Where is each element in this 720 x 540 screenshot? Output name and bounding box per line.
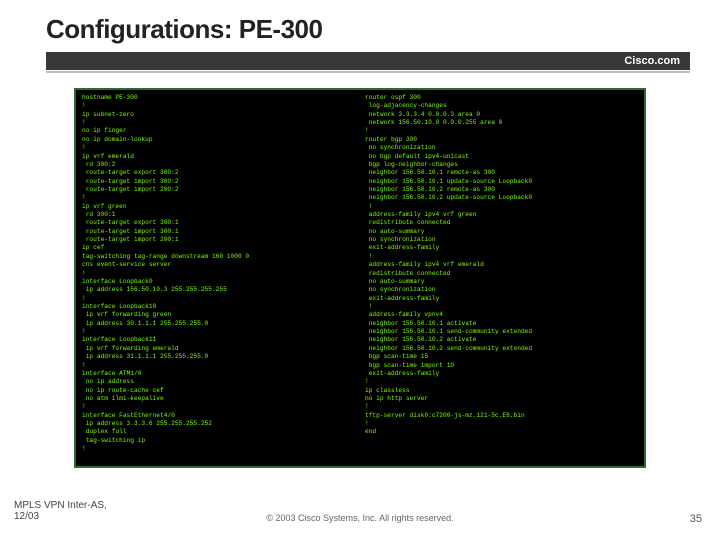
config-left-column: hostname PE-300 ! ip subnet-zero ! no ip… xyxy=(82,94,355,462)
page-number: 35 xyxy=(690,513,702,525)
footer-left-line1: MPLS VPN Inter-AS, xyxy=(14,500,107,511)
config-right-column: router ospf 300 log-adjacency-changes ne… xyxy=(365,94,638,462)
brand-label: Cisco.com xyxy=(624,55,680,67)
config-terminal: hostname PE-300 ! ip subnet-zero ! no ip… xyxy=(74,88,646,468)
header-rule: Cisco.com xyxy=(46,52,690,73)
slide: Configurations: PE-300 Cisco.com hostnam… xyxy=(0,0,720,540)
brand-bar: Cisco.com xyxy=(46,52,690,70)
footer-copyright: © 2003 Cisco Systems, Inc. All rights re… xyxy=(0,513,720,523)
page-title: Configurations: PE-300 xyxy=(46,14,322,45)
divider xyxy=(46,71,690,73)
